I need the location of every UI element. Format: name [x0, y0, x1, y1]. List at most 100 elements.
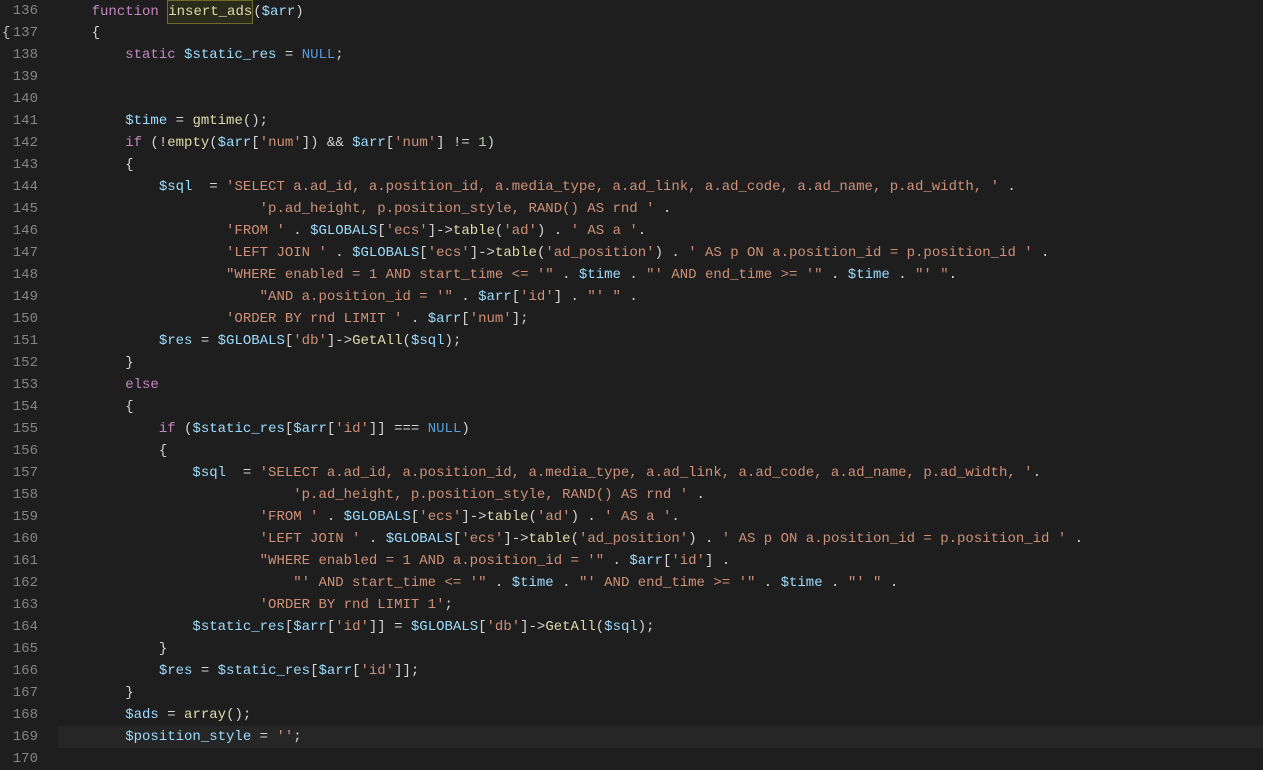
- line-number[interactable]: 152: [8, 352, 38, 374]
- token-punc: .: [890, 267, 915, 283]
- code-line[interactable]: $time = gmtime();: [58, 110, 1263, 132]
- token-punc: (!: [142, 135, 167, 151]
- token-punc: ;: [444, 597, 452, 613]
- token-op: &&: [327, 135, 344, 151]
- token-punc: ]->: [520, 619, 545, 635]
- token-punc: {: [159, 443, 167, 459]
- line-number[interactable]: 153: [8, 374, 38, 396]
- code-line[interactable]: {: [58, 22, 1263, 44]
- token-str: 'ecs': [461, 531, 503, 547]
- code-line[interactable]: if (!empty($arr['num']) && $arr['num'] !…: [58, 132, 1263, 154]
- line-number[interactable]: 154: [8, 396, 38, 418]
- token-var: $arr: [629, 553, 663, 569]
- code-line[interactable]: [58, 66, 1263, 88]
- line-number[interactable]: 148: [8, 264, 38, 286]
- line-number[interactable]: 150: [8, 308, 38, 330]
- code-line[interactable]: if ($static_res[$arr['id']] === NULL): [58, 418, 1263, 440]
- line-number[interactable]: 155: [8, 418, 38, 440]
- line-number[interactable]: 139: [8, 66, 38, 88]
- line-number[interactable]: 158: [8, 484, 38, 506]
- token-punc: (: [596, 619, 604, 635]
- code-line[interactable]: 'p.ad_height, p.position_style, RAND() A…: [58, 484, 1263, 506]
- code-line[interactable]: }: [58, 638, 1263, 660]
- line-number[interactable]: 146: [8, 220, 38, 242]
- line-number[interactable]: 167: [8, 682, 38, 704]
- code-content[interactable]: function insert_ads($arr) { static $stat…: [54, 0, 1263, 764]
- code-line[interactable]: {: [58, 440, 1263, 462]
- code-line[interactable]: $sql = 'SELECT a.ad_id, a.position_id, a…: [58, 462, 1263, 484]
- code-line[interactable]: }: [58, 352, 1263, 374]
- code-line[interactable]: "AND a.position_id = '" . $arr['id'] . "…: [58, 286, 1263, 308]
- line-number[interactable]: 143: [8, 154, 38, 176]
- line-number[interactable]: 151: [8, 330, 38, 352]
- token-punc: ) .: [655, 245, 689, 261]
- token-punc: (: [403, 333, 411, 349]
- code-line[interactable]: {: [58, 396, 1263, 418]
- code-line[interactable]: "WHERE enabled = 1 AND a.position_id = '…: [58, 550, 1263, 572]
- token-punc: .: [999, 179, 1016, 195]
- line-number[interactable]: 136: [8, 0, 38, 22]
- code-line[interactable]: 'LEFT JOIN ' . $GLOBALS['ecs']->table('a…: [58, 528, 1263, 550]
- line-number[interactable]: 165: [8, 638, 38, 660]
- line-number[interactable]: 163: [8, 594, 38, 616]
- line-number[interactable]: 144: [8, 176, 38, 198]
- line-number[interactable]: 156: [8, 440, 38, 462]
- line-number-gutter[interactable]: 136137{138139140141142143144145146147148…: [0, 0, 54, 764]
- token-punc: ]];: [394, 663, 419, 679]
- line-number[interactable]: 140: [8, 88, 38, 110]
- code-line[interactable]: 'ORDER BY rnd LIMIT ' . $arr['num'];: [58, 308, 1263, 330]
- line-number[interactable]: 138: [8, 44, 38, 66]
- line-number[interactable]: 149: [8, 286, 38, 308]
- code-line[interactable]: $res = $GLOBALS['db']->GetAll($sql);: [58, 330, 1263, 352]
- code-line[interactable]: 'FROM ' . $GLOBALS['ecs']->table('ad') .…: [58, 220, 1263, 242]
- token-punc: ]->: [503, 531, 528, 547]
- line-number[interactable]: 142: [8, 132, 38, 154]
- code-line[interactable]: "WHERE enabled = 1 AND start_time <= '" …: [58, 264, 1263, 286]
- code-line[interactable]: "' AND start_time <= '" . $time . "' AND…: [58, 572, 1263, 594]
- code-line[interactable]: function insert_ads($arr): [58, 0, 1263, 22]
- token-var: $GLOBALS: [386, 531, 453, 547]
- line-number[interactable]: 157: [8, 462, 38, 484]
- line-number[interactable]: 137{: [8, 22, 38, 44]
- line-number[interactable]: 147: [8, 242, 38, 264]
- token-fn: gmtime: [192, 113, 242, 129]
- line-number[interactable]: 162: [8, 572, 38, 594]
- code-line[interactable]: 'p.ad_height, p.position_style, RAND() A…: [58, 198, 1263, 220]
- line-number[interactable]: 169: [8, 726, 38, 748]
- fold-bracket-icon[interactable]: {: [2, 22, 10, 44]
- line-number[interactable]: 159: [8, 506, 38, 528]
- token-str: "' ": [587, 289, 621, 305]
- code-line[interactable]: }: [58, 682, 1263, 704]
- line-number[interactable]: 141: [8, 110, 38, 132]
- token-punc: (: [571, 531, 579, 547]
- line-number[interactable]: 145: [8, 198, 38, 220]
- line-number[interactable]: 164: [8, 616, 38, 638]
- token-punc: ]: [436, 135, 453, 151]
- code-line[interactable]: 'FROM ' . $GLOBALS['ecs']->table('ad') .…: [58, 506, 1263, 528]
- line-number[interactable]: 160: [8, 528, 38, 550]
- code-line[interactable]: {: [58, 154, 1263, 176]
- code-line[interactable]: else: [58, 374, 1263, 396]
- token-var: $arr: [262, 4, 296, 20]
- code-line[interactable]: static $static_res = NULL;: [58, 44, 1263, 66]
- token-punc: .: [402, 311, 427, 327]
- code-line[interactable]: [58, 88, 1263, 110]
- code-line[interactable]: $ads = array();: [58, 704, 1263, 726]
- token-punc: =: [192, 179, 226, 195]
- token-punc: ] .: [705, 553, 730, 569]
- code-line[interactable]: $sql = 'SELECT a.ad_id, a.position_id, a…: [58, 176, 1263, 198]
- code-editor[interactable]: 136137{138139140141142143144145146147148…: [0, 0, 1263, 764]
- code-line[interactable]: [58, 748, 1263, 770]
- token-kw: static: [125, 47, 175, 63]
- line-number[interactable]: 170: [8, 748, 38, 770]
- code-line[interactable]: 'ORDER BY rnd LIMIT 1';: [58, 594, 1263, 616]
- token-var: $static_res: [218, 663, 310, 679]
- code-line[interactable]: $res = $static_res[$arr['id']];: [58, 660, 1263, 682]
- code-line[interactable]: 'LEFT JOIN ' . $GLOBALS['ecs']->table('a…: [58, 242, 1263, 264]
- line-number[interactable]: 166: [8, 660, 38, 682]
- line-number[interactable]: 161: [8, 550, 38, 572]
- code-line[interactable]: $position_style = '';: [58, 726, 1263, 748]
- code-line[interactable]: $static_res[$arr['id']] = $GLOBALS['db']…: [58, 616, 1263, 638]
- line-number[interactable]: 168: [8, 704, 38, 726]
- token-punc: .: [360, 531, 385, 547]
